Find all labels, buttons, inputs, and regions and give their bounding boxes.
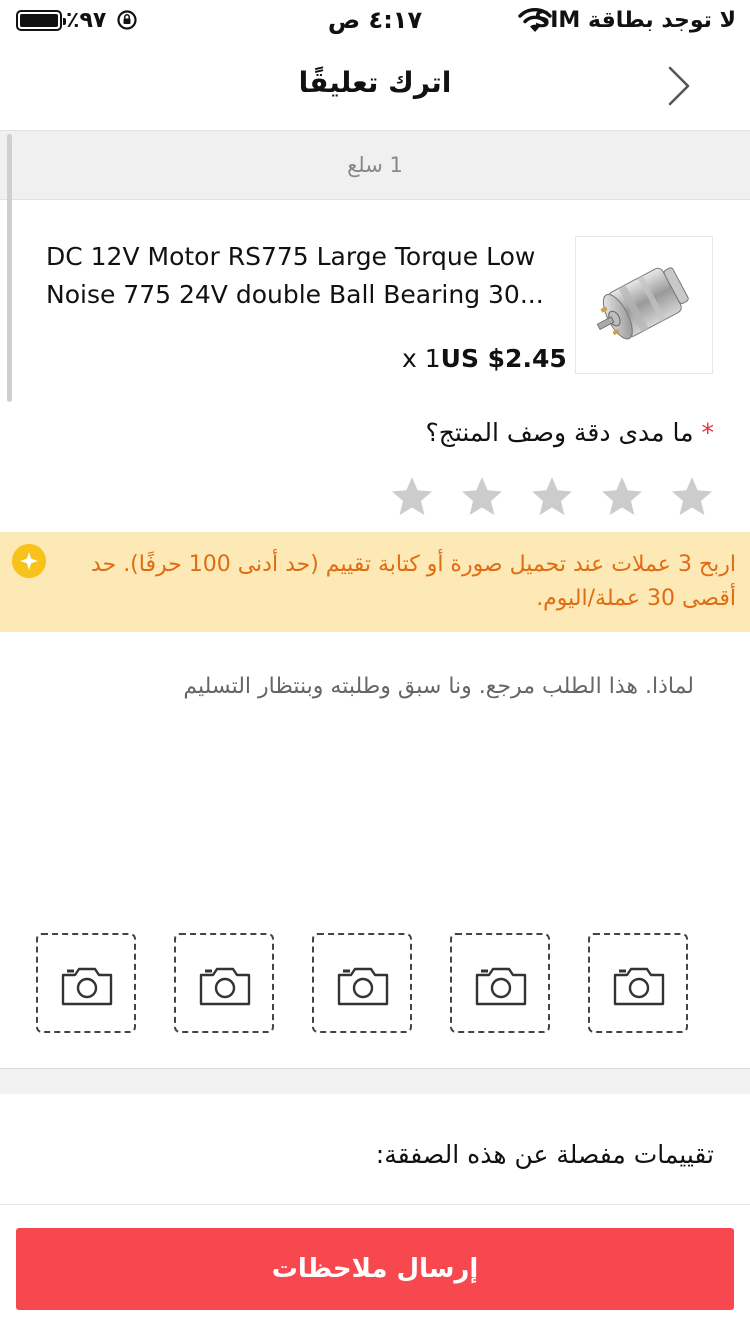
photo-upload-slot-5[interactable]: [36, 933, 136, 1033]
navigation-bar: اترك تعليقًا: [0, 40, 750, 128]
camera-icon: [475, 967, 527, 1006]
camera-icon: [199, 967, 251, 1006]
carrier-label: لا توجد بطاقة SIM: [534, 8, 736, 33]
page-title: اترك تعليقًا: [298, 66, 452, 99]
rating-question: *ما مدى دقة وصف المنتج؟: [425, 418, 714, 447]
photo-upload-slot-4[interactable]: [174, 933, 274, 1033]
star-icon-3[interactable]: [530, 474, 574, 518]
star-icon-5[interactable]: [390, 474, 434, 518]
product-price-line: x 1US $2.45: [402, 344, 567, 373]
product-price: US $2.45: [440, 344, 567, 373]
photo-upload-slot-1[interactable]: [588, 933, 688, 1033]
product-title-line-1: DC 12V Motor RS775 Large Torque Low: [46, 242, 536, 271]
review-textarea[interactable]: لماذا. هذا الطلب مرجع. ونا سبق وطلبته وب…: [54, 674, 694, 699]
star-icon-4[interactable]: [460, 474, 504, 518]
product-quantity: x 1: [402, 344, 441, 373]
product-card: DC 12V Motor RS775 Large Torque Low Nois…: [0, 200, 750, 400]
camera-icon: [613, 967, 665, 1006]
submit-feedback-button[interactable]: إرسال ملاحظات: [16, 1228, 734, 1310]
detailed-ratings-heading: تقييمات مفصلة عن هذه الصفقة:: [375, 1140, 714, 1169]
motor-image: [596, 267, 689, 340]
star-rating: [390, 474, 720, 518]
photo-upload-row: [0, 933, 750, 1033]
product-title: DC 12V Motor RS775 Large Torque Low Nois…: [46, 238, 558, 314]
product-thumbnail: [575, 236, 713, 374]
camera-icon: [337, 967, 389, 1006]
photo-upload-slot-2[interactable]: [450, 933, 550, 1033]
section-divider: [0, 1068, 750, 1094]
back-chevron-icon[interactable]: [660, 64, 700, 108]
star-icon-1[interactable]: [670, 474, 714, 518]
rating-question-text: ما مدى دقة وصف المنتج؟: [425, 418, 694, 447]
photo-upload-slot-3[interactable]: [312, 933, 412, 1033]
product-title-line-2: Noise 775 24V double Ball Bearing 30...: [46, 280, 544, 309]
status-bar: ٪٩٧ ٤:١٧ ص لا توجد بطاقة SIM: [0, 0, 750, 40]
required-marker: *: [701, 418, 715, 447]
coins-reward-banner: اربح 3 عملات عند تحميل صورة أو كتابة تقي…: [0, 532, 750, 632]
divider: [0, 1204, 750, 1205]
item-count: 1 سلع: [347, 153, 403, 177]
item-count-bar: 1 سلع: [0, 130, 750, 200]
coin-icon: [12, 544, 46, 578]
coins-reward-text: اربح 3 عملات عند تحميل صورة أو كتابة تقي…: [91, 552, 736, 611]
camera-icon: [61, 967, 113, 1006]
star-icon-2[interactable]: [600, 474, 644, 518]
